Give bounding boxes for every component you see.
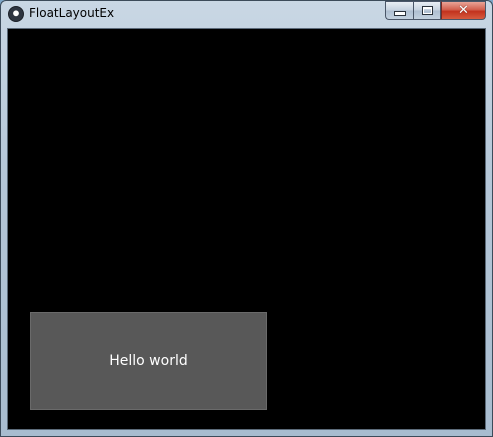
close-button[interactable]: ✕ — [441, 1, 486, 20]
close-icon: ✕ — [458, 3, 469, 18]
float-layout-canvas: Hello world — [7, 28, 486, 430]
app-icon[interactable] — [8, 6, 24, 22]
hello-world-button[interactable]: Hello world — [30, 312, 267, 410]
caption-buttons: ✕ — [385, 1, 486, 20]
maximize-icon — [421, 6, 433, 15]
minimize-icon — [393, 11, 406, 16]
title-bar[interactable]: FloatLayoutEx ✕ — [1, 1, 492, 27]
maximize-button[interactable] — [413, 1, 441, 20]
minimize-button[interactable] — [385, 1, 413, 20]
hello-world-label: Hello world — [109, 353, 188, 369]
window-title: FloatLayoutEx — [29, 6, 115, 20]
app-window: FloatLayoutEx ✕ Hello world — [0, 0, 493, 437]
